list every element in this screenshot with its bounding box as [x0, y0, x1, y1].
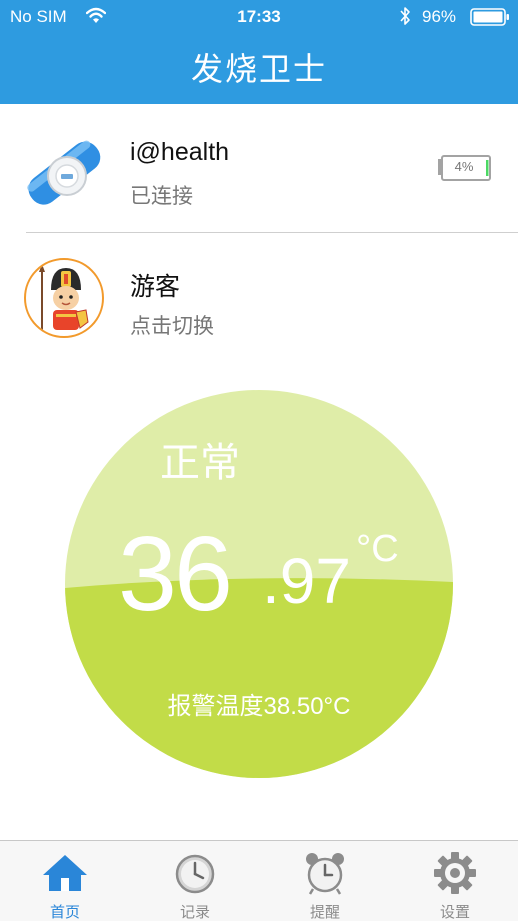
tab-settings[interactable]: 设置: [390, 841, 518, 921]
tab-label: 首页: [49, 904, 80, 921]
switch-user-hint: 点击切换: [130, 315, 214, 338]
tab-home[interactable]: 首页: [0, 841, 130, 921]
device-row[interactable]: i@health 已连接 4%: [0, 104, 518, 232]
home-icon: [43, 855, 87, 891]
device-name: i@health: [130, 138, 230, 166]
app-title: 发烧卫士: [190, 51, 327, 87]
tab-label: 记录: [179, 904, 210, 921]
temperature-status: 正常: [160, 441, 240, 485]
clock-icon: [175, 854, 215, 894]
tab-bar: 首页 记录 提醒 设置: [0, 840, 518, 921]
tab-label: 提醒: [309, 904, 340, 921]
status-battery-percent: 96%: [422, 7, 457, 26]
temperature-fraction: .97: [262, 545, 351, 617]
guard-avatar: [24, 258, 104, 338]
tab-label: 设置: [439, 904, 470, 921]
wristband-image: [27, 140, 101, 205]
status-bar: No SIM 17:33 96%: [0, 0, 518, 34]
bluetooth-icon: [400, 7, 410, 25]
alarm-temperature: 报警温度38.50°C: [167, 693, 351, 720]
user-name: 游客: [130, 273, 181, 301]
alarm-clock-icon: [306, 853, 344, 895]
temperature-integer: 36: [118, 515, 233, 633]
tab-records[interactable]: 记录: [130, 841, 260, 921]
guard-avatar-image: [39, 264, 89, 330]
battery-icon: [470, 8, 509, 26]
temperature-unit: °C: [356, 528, 399, 570]
tab-reminders[interactable]: 提醒: [260, 841, 390, 921]
device-status: 已连接: [130, 185, 193, 208]
gear-icon: [434, 852, 476, 894]
device-battery-label: 4%: [454, 159, 474, 174]
user-row[interactable]: 游客 点击切换: [0, 233, 518, 363]
app-header: No SIM 17:33 96% 发烧卫士: [0, 0, 518, 104]
